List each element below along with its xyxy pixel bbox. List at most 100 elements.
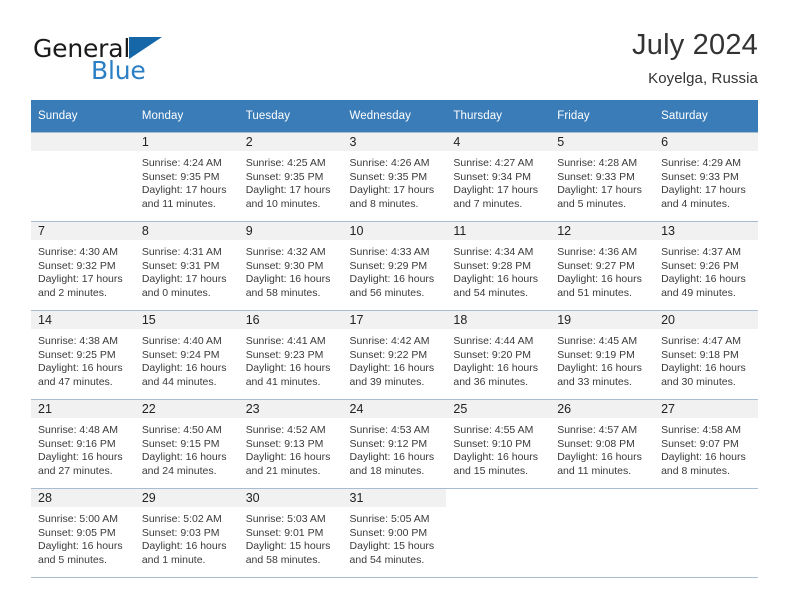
day-details: Sunrise: 4:58 AM Sunset: 9:07 PM Daylight:… [654,418,758,478]
calendar-cell-inner: 26 Sunrise: 4:57 AM Sunset: 9:08 PM Dayligh… [550,399,655,488]
calendar-cell-inner: 25 Sunrise: 4:55 AM Sunset: 9:10 PM Dayligh… [446,399,551,488]
calendar-cell-inner: 5 Sunrise: 4:28 AM Sunset: 9:33 PM Daylight… [550,132,655,221]
page-title: July 2024 [632,29,758,61]
daylight-text-line1: Daylight: 16 hours [38,362,123,375]
brand-logo[interactable]: General Blue [31,28,181,85]
sunrise-text: Sunrise: 4:24 AM [141,157,222,169]
day-number: 22 [134,400,239,418]
daylight-text-line2: and 5 minutes. [38,553,107,566]
sunset-text: Sunset: 9:01 PM [245,526,324,539]
daylight-text-line1: Daylight: 16 hours [661,451,746,464]
daylight-text-line2: and 36 minutes. [453,375,529,388]
calendar-cell-inner: 24 Sunrise: 4:53 AM Sunset: 9:12 PM Dayligh… [342,399,447,488]
day-details: Sunrise: 5:00 AM Sunset: 9:05 PM Daylight:… [31,507,135,567]
daylight-text-line1: Daylight: 15 hours [349,540,435,553]
calendar-day-cell[interactable]: 26 Sunrise: 4:57 AM Sunset: 9:08 PM Dayligh… [550,399,655,488]
calendar-day-cell[interactable]: 20 Sunrise: 4:47 AM Sunset: 9:18 PM Dayligh… [654,310,758,399]
day-details: Sunrise: 4:45 AM Sunset: 9:19 PM Daylight:… [550,329,654,389]
daylight-text-line1: Daylight: 17 hours [38,273,123,286]
calendar-day-cell[interactable]: 18 Sunrise: 4:44 AM Sunset: 9:20 PM Dayligh… [446,310,551,399]
day-details: Sunrise: 4:38 AM Sunset: 9:25 PM Daylight:… [31,329,135,389]
calendar-day-cell[interactable]: 21 Sunrise: 4:48 AM Sunset: 9:16 PM Dayligh… [31,399,135,488]
sunrise-text: Sunrise: 4:26 AM [349,157,430,169]
brand-name-blue: Blue [91,56,146,85]
calendar-day-cell[interactable]: 9 Sunrise: 4:32 AM Sunset: 9:30 PM Daylight… [238,221,343,310]
daylight-text-line1: Daylight: 17 hours [557,184,642,197]
day-number: 14 [31,311,135,329]
calendar-day-cell[interactable]: 4 Sunrise: 4:27 AM Sunset: 9:34 PM Daylight… [446,132,551,221]
calendar-day-cell[interactable]: 8 Sunrise: 4:31 AM Sunset: 9:31 PM Daylight… [134,221,239,310]
day-details: Sunrise: 4:41 AM Sunset: 9:23 PM Daylight:… [239,329,343,389]
day-details: Sunrise: 4:36 AM Sunset: 9:27 PM Daylight:… [550,240,654,300]
sunrise-text: Sunrise: 5:05 AM [349,513,430,525]
daylight-text-line1: Daylight: 16 hours [141,451,227,464]
daylight-text-line1: Daylight: 17 hours [141,184,227,197]
weekday-header-friday: Friday [550,100,655,132]
weekday-header-tuesday: Tuesday [238,100,343,132]
sunrise-text: Sunrise: 4:45 AM [557,335,638,347]
calendar-day-cell[interactable]: 10 Sunrise: 4:33 AM Sunset: 9:29 PM Dayligh… [342,221,447,310]
daylight-text-line2: and 8 minutes. [349,197,419,210]
sunset-text: Sunset: 9:03 PM [141,526,220,539]
calendar-week-row: 7 Sunrise: 4:30 AM Sunset: 9:32 PM Daylight… [31,221,758,310]
calendar-day-cell[interactable]: 29 Sunrise: 5:02 AM Sunset: 9:03 PM Dayligh… [134,488,239,577]
weekday-header-thursday: Thursday [446,100,551,132]
sunset-text: Sunset: 9:28 PM [453,259,532,272]
daylight-text-line1: Daylight: 16 hours [453,273,539,286]
calendar-day-cell[interactable]: 27 Sunrise: 4:58 AM Sunset: 9:07 PM Dayligh… [654,399,758,488]
day-number: 17 [342,311,447,329]
calendar-day-cell[interactable]: 11 Sunrise: 4:34 AM Sunset: 9:28 PM Dayligh… [446,221,551,310]
daylight-text-line2: and 58 minutes. [245,553,321,566]
calendar-day-cell[interactable]: 1 Sunrise: 4:24 AM Sunset: 9:35 PM Daylight… [134,132,239,221]
daylight-text-line1: Daylight: 17 hours [245,184,331,197]
day-number: 3 [342,133,447,151]
calendar-day-cell[interactable]: 17 Sunrise: 4:42 AM Sunset: 9:22 PM Dayligh… [342,310,447,399]
daylight-text-line2: and 2 minutes. [38,286,107,299]
calendar-day-cell[interactable]: 7 Sunrise: 4:30 AM Sunset: 9:32 PM Daylight… [31,221,135,310]
calendar-cell-inner: 16 Sunrise: 4:41 AM Sunset: 9:23 PM Dayligh… [238,310,343,399]
daylight-text-line2: and 39 minutes. [349,375,425,388]
sunrise-text: Sunrise: 4:30 AM [38,246,118,258]
grid-bottom-rule [31,577,758,578]
sunset-text: Sunset: 9:10 PM [453,437,532,450]
calendar-day-cell[interactable]: 16 Sunrise: 4:41 AM Sunset: 9:23 PM Dayligh… [238,310,343,399]
day-number: 28 [31,489,135,507]
calendar-day-cell[interactable]: 15 Sunrise: 4:40 AM Sunset: 9:24 PM Dayligh… [134,310,239,399]
weekday-header-saturday: Saturday [654,100,758,132]
daylight-text-line2: and 21 minutes. [245,464,321,477]
calendar-day-cell[interactable]: 12 Sunrise: 4:36 AM Sunset: 9:27 PM Dayligh… [550,221,655,310]
calendar-cell-empty [550,488,655,577]
calendar-cell-inner: 21 Sunrise: 4:48 AM Sunset: 9:16 PM Dayligh… [31,399,135,488]
calendar-cell-inner [446,488,551,577]
day-details: Sunrise: 4:29 AM Sunset: 9:33 PM Daylight:… [654,151,758,211]
calendar-day-cell[interactable]: 25 Sunrise: 4:55 AM Sunset: 9:10 PM Dayligh… [446,399,551,488]
sunset-text: Sunset: 9:22 PM [349,348,428,361]
calendar-day-cell[interactable]: 14 Sunrise: 4:38 AM Sunset: 9:25 PM Dayligh… [31,310,135,399]
sunrise-text: Sunrise: 4:38 AM [38,335,118,347]
daylight-text-line1: Daylight: 16 hours [141,540,227,553]
calendar-day-cell[interactable]: 24 Sunrise: 4:53 AM Sunset: 9:12 PM Dayligh… [342,399,447,488]
calendar-day-cell[interactable]: 30 Sunrise: 5:03 AM Sunset: 9:01 PM Dayligh… [238,488,343,577]
daylight-text-line2: and 41 minutes. [245,375,321,388]
sunset-text: Sunset: 9:18 PM [661,348,739,361]
sunrise-text: Sunrise: 4:32 AM [245,246,326,258]
calendar-cell-inner: 9 Sunrise: 4:32 AM Sunset: 9:30 PM Daylight… [238,221,343,310]
day-details: Sunrise: 4:24 AM Sunset: 9:35 PM Daylight:… [135,151,239,211]
calendar-day-cell[interactable]: 5 Sunrise: 4:28 AM Sunset: 9:33 PM Daylight… [550,132,655,221]
calendar-day-cell[interactable]: 2 Sunrise: 4:25 AM Sunset: 9:35 PM Daylight… [238,132,343,221]
calendar-cell-inner: 13 Sunrise: 4:37 AM Sunset: 9:26 PM Dayligh… [654,221,758,310]
calendar-day-cell[interactable]: 22 Sunrise: 4:50 AM Sunset: 9:15 PM Dayligh… [134,399,239,488]
calendar-body: 1 Sunrise: 4:24 AM Sunset: 9:35 PM Daylight… [31,132,758,577]
calendar-day-cell[interactable]: 6 Sunrise: 4:29 AM Sunset: 9:33 PM Daylight… [654,132,758,221]
calendar-day-cell[interactable]: 28 Sunrise: 5:00 AM Sunset: 9:05 PM Dayligh… [31,488,135,577]
calendar-day-cell[interactable]: 19 Sunrise: 4:45 AM Sunset: 9:19 PM Dayligh… [550,310,655,399]
calendar-day-cell[interactable]: 13 Sunrise: 4:37 AM Sunset: 9:26 PM Dayligh… [654,221,758,310]
calendar-day-cell[interactable]: 3 Sunrise: 4:26 AM Sunset: 9:35 PM Daylight… [342,132,447,221]
page-header: General Blue July 2024 Koyelga, Russia [0,0,792,100]
calendar-day-cell[interactable]: 31 Sunrise: 5:05 AM Sunset: 9:00 PM Dayligh… [342,488,447,577]
sunrise-text: Sunrise: 4:52 AM [245,424,326,436]
day-details: Sunrise: 4:52 AM Sunset: 9:13 PM Daylight:… [239,418,343,478]
sunset-text: Sunset: 9:29 PM [349,259,428,272]
calendar-day-cell[interactable]: 23 Sunrise: 4:52 AM Sunset: 9:13 PM Dayligh… [238,399,343,488]
day-details: Sunrise: 4:50 AM Sunset: 9:15 PM Daylight:… [135,418,239,478]
